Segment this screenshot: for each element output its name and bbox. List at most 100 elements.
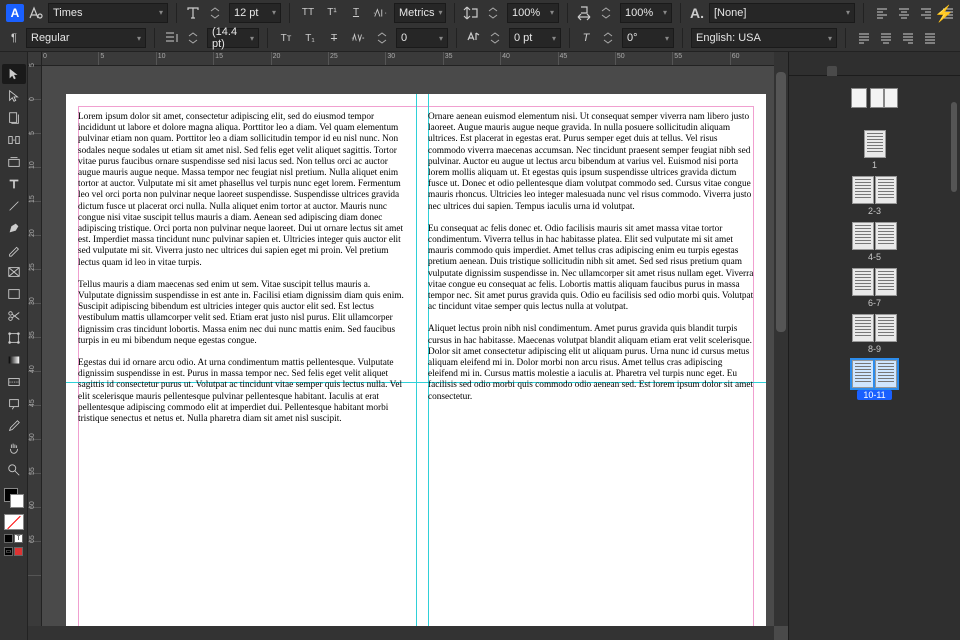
align-right-button[interactable] xyxy=(916,3,936,23)
direct-selection-tool[interactable] xyxy=(2,86,26,106)
fill-stroke-swatch[interactable] xyxy=(4,488,24,508)
subscript-button[interactable]: T₁ xyxy=(300,28,320,48)
horiz-scale-select[interactable]: 100%▾ xyxy=(620,3,672,23)
page-thumbnail[interactable] xyxy=(875,176,897,204)
rectangle-frame-tool[interactable] xyxy=(2,262,26,282)
justify-left-button[interactable] xyxy=(854,28,874,48)
page-thumbnail[interactable]: A xyxy=(852,176,874,204)
text-frame-right[interactable]: Ornare aenean euismod elementum nisi. Ut… xyxy=(422,112,760,640)
tracking-select[interactable]: 0▾ xyxy=(396,28,448,48)
font-family-icon xyxy=(28,5,44,21)
baseline-stepper[interactable] xyxy=(485,28,505,48)
text-frame-left[interactable]: Lorem ipsum dolor sit amet, consectetur … xyxy=(72,112,410,640)
page-thumbnail[interactable]: A xyxy=(852,314,874,342)
page-thumbnail[interactable] xyxy=(875,268,897,296)
page-thumbnail[interactable]: A xyxy=(864,130,886,158)
justify-center-button[interactable] xyxy=(876,28,896,48)
spread-thumbnail[interactable]: A2-3 xyxy=(852,176,897,216)
align-center-button[interactable] xyxy=(894,3,914,23)
horiz-scale-icon xyxy=(576,5,592,21)
pen-tool[interactable] xyxy=(2,218,26,238)
hand-tool[interactable] xyxy=(2,438,26,458)
page-tool[interactable] xyxy=(2,108,26,128)
spread-thumbnail[interactable]: A6-7 xyxy=(852,268,897,308)
language-select[interactable]: English: USA▾ xyxy=(691,28,837,48)
column-guide xyxy=(416,94,417,640)
apply-color-button[interactable] xyxy=(4,534,13,543)
apply-gradient-button[interactable]: T xyxy=(14,534,23,543)
pencil-tool[interactable] xyxy=(2,240,26,260)
master-page-icons[interactable] xyxy=(789,88,960,108)
page-spread[interactable]: Lorem ipsum dolor sit amet, consectetur … xyxy=(66,94,766,640)
none-color-swatch[interactable] xyxy=(4,514,24,530)
kerning-select[interactable]: Metrics▾ xyxy=(394,3,446,23)
page-thumbnail[interactable]: A xyxy=(852,222,874,250)
gradient-swatch-tool[interactable] xyxy=(2,350,26,370)
free-transform-tool[interactable] xyxy=(2,328,26,348)
underline-button[interactable]: T xyxy=(346,3,366,23)
font-style-select[interactable]: Regular▾ xyxy=(26,28,146,48)
font-family-select[interactable]: Times▾ xyxy=(48,3,168,23)
spread-thumbnail[interactable]: A 10-11 xyxy=(852,360,897,400)
para-formatting-mode-icon[interactable]: ¶ xyxy=(6,30,22,46)
format-container-button[interactable]: ▭ xyxy=(4,547,13,556)
toolbox: T ▭ xyxy=(0,52,28,640)
vert-scale-select[interactable]: 100%▾ xyxy=(507,3,559,23)
panel-scrollbar[interactable] xyxy=(951,92,957,600)
spread-thumbnail[interactable]: A8-9 xyxy=(852,314,897,354)
spread-label: 10-11 xyxy=(857,390,891,400)
page-thumbnail[interactable]: A xyxy=(852,268,874,296)
scrollbar-horizontal[interactable] xyxy=(28,626,774,640)
format-text-button[interactable] xyxy=(14,547,23,556)
body-paragraph: Ornare aenean euismod elementum nisi. Ut… xyxy=(428,112,754,213)
allcaps-button[interactable]: TT xyxy=(298,3,318,23)
ruler-vertical[interactable]: 505101520253035404550556065 xyxy=(28,66,42,640)
scrollbar-thumb[interactable] xyxy=(776,72,786,332)
page-thumbnail[interactable] xyxy=(875,360,897,388)
body-paragraph: Eu consequat ac felis donec et. Odio fac… xyxy=(428,224,754,314)
pages-panel: A1A2-3A4-5A6-7A8-9A10-11 xyxy=(788,52,960,640)
quick-apply-icon[interactable]: ⚡ xyxy=(934,4,954,24)
char-style-select[interactable]: [None]▾ xyxy=(709,3,855,23)
panel-scroll-thumb[interactable] xyxy=(951,102,957,192)
leading-select[interactable]: (14.4 pt)▾ xyxy=(207,28,259,48)
spread-label: 4-5 xyxy=(868,252,881,262)
gap-tool[interactable] xyxy=(2,130,26,150)
skew-stepper[interactable] xyxy=(598,28,618,48)
baseline-select[interactable]: 0 pt▾ xyxy=(509,28,561,48)
ruler-horizontal[interactable]: 051015202530354045505560 xyxy=(42,52,788,66)
justify-all-button[interactable] xyxy=(920,28,940,48)
zoom-tool[interactable] xyxy=(2,460,26,480)
eyedropper-tool[interactable] xyxy=(2,416,26,436)
font-size-select[interactable]: 12 pt▾ xyxy=(229,3,281,23)
skew-select[interactable]: 0°▾ xyxy=(622,28,674,48)
leading-stepper[interactable] xyxy=(183,28,203,48)
page-thumbnail[interactable]: A xyxy=(852,360,874,388)
vert-scale-stepper[interactable] xyxy=(483,3,503,23)
justify-right-button[interactable] xyxy=(898,28,918,48)
align-left-button[interactable] xyxy=(872,3,892,23)
smallcaps-button[interactable]: Tᴛ xyxy=(276,28,296,48)
panel-tab[interactable] xyxy=(827,66,837,76)
line-tool[interactable] xyxy=(2,196,26,216)
horiz-scale-stepper[interactable] xyxy=(596,3,616,23)
scrollbar-vertical[interactable] xyxy=(774,52,788,626)
selection-tool[interactable] xyxy=(2,64,26,84)
type-tool[interactable] xyxy=(2,174,26,194)
gradient-feather-tool[interactable] xyxy=(2,372,26,392)
font-size-stepper[interactable] xyxy=(205,3,225,23)
content-collector-tool[interactable] xyxy=(2,152,26,172)
strikethrough-button[interactable]: T xyxy=(324,28,344,48)
spread-thumbnail[interactable]: A1 xyxy=(864,130,886,170)
control-bar: A Times▾ 12 pt▾ TT T¹ T Metrics▾ 100%▾ 1… xyxy=(0,0,960,52)
rectangle-tool[interactable] xyxy=(2,284,26,304)
scissors-tool[interactable] xyxy=(2,306,26,326)
page-thumbnail[interactable] xyxy=(875,222,897,250)
tracking-stepper[interactable] xyxy=(372,28,392,48)
tracking-icon xyxy=(348,28,368,48)
char-formatting-mode-icon[interactable]: A xyxy=(6,4,24,22)
superscript-button[interactable]: T¹ xyxy=(322,3,342,23)
page-thumbnail[interactable] xyxy=(875,314,897,342)
note-tool[interactable] xyxy=(2,394,26,414)
spread-thumbnail[interactable]: A 4-5 xyxy=(852,222,897,262)
